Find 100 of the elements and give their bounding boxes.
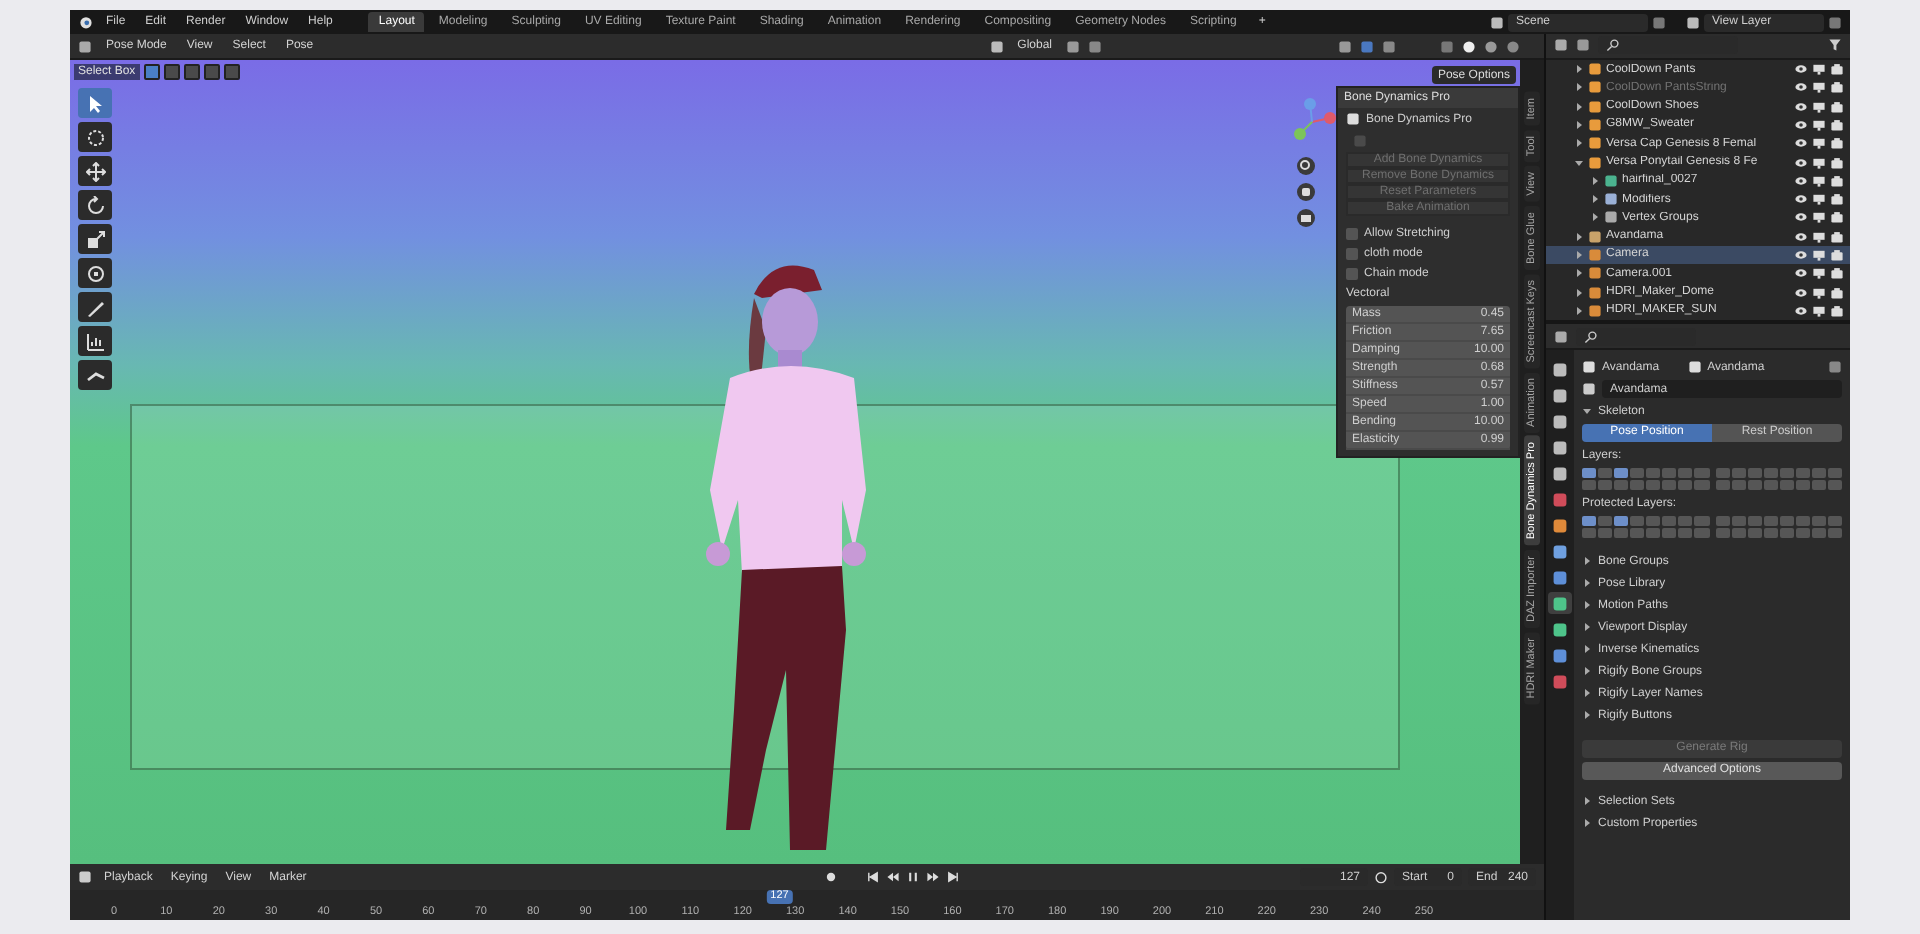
layer-toggle[interactable] xyxy=(1662,516,1677,526)
expand-arrow-icon[interactable] xyxy=(1582,818,1592,828)
layer-toggle[interactable] xyxy=(1646,480,1661,490)
layer-toggle[interactable] xyxy=(1827,480,1842,490)
camera-view-icon[interactable] xyxy=(1296,208,1316,228)
expand-arrow-icon[interactable] xyxy=(1582,556,1592,566)
transform-icon[interactable] xyxy=(78,258,112,288)
layer-toggle[interactable] xyxy=(1795,528,1810,538)
layer-toggle[interactable] xyxy=(1731,528,1746,538)
expand-arrow-icon[interactable] xyxy=(1582,578,1592,588)
layer-toggle[interactable] xyxy=(1646,468,1661,478)
layer-toggle[interactable] xyxy=(1715,516,1730,526)
checkbox[interactable] xyxy=(1346,268,1358,280)
expand-arrow-icon[interactable] xyxy=(1582,406,1592,416)
expand-arrow-icon[interactable] xyxy=(1582,710,1592,720)
layer-toggle[interactable] xyxy=(1827,516,1842,526)
cursor-icon[interactable] xyxy=(78,122,112,152)
layer-toggle[interactable] xyxy=(1662,528,1677,538)
pencil-icon[interactable] xyxy=(78,292,112,322)
layer-toggle[interactable] xyxy=(1731,468,1746,478)
layer-toggle[interactable] xyxy=(1598,528,1613,538)
jump-end-icon[interactable] xyxy=(946,870,961,884)
expand-arrow-icon[interactable] xyxy=(1582,622,1592,632)
layer-toggle[interactable] xyxy=(1779,528,1794,538)
layer-toggle[interactable] xyxy=(1662,480,1677,490)
expand-arrow-icon[interactable] xyxy=(1582,666,1592,676)
ruler-icon[interactable] xyxy=(78,326,112,356)
layer-toggle[interactable] xyxy=(1747,468,1762,478)
scale-icon[interactable] xyxy=(78,224,112,254)
layer-toggle[interactable] xyxy=(1614,516,1629,526)
blender-logo-icon[interactable] xyxy=(78,14,94,30)
layer-toggle[interactable] xyxy=(1715,480,1730,490)
step-forward-icon[interactable] xyxy=(926,870,941,884)
expand-arrow-icon[interactable] xyxy=(1582,688,1592,698)
layer-toggle[interactable] xyxy=(1582,480,1597,490)
layer-toggle[interactable] xyxy=(1598,516,1613,526)
layer-toggle[interactable] xyxy=(1582,468,1597,478)
checkbox[interactable] xyxy=(1346,248,1358,260)
expand-arrow-icon[interactable] xyxy=(1582,600,1592,610)
record-icon[interactable] xyxy=(824,870,839,884)
move-icon[interactable] xyxy=(78,156,112,186)
layer-toggle[interactable] xyxy=(1598,468,1613,478)
layer-toggle[interactable] xyxy=(1827,528,1842,538)
layer-toggle[interactable] xyxy=(1747,528,1762,538)
layer-toggle[interactable] xyxy=(1811,516,1826,526)
layer-toggle[interactable] xyxy=(1795,468,1810,478)
layer-toggle[interactable] xyxy=(1827,468,1842,478)
layer-toggle[interactable] xyxy=(1678,480,1693,490)
layer-toggle[interactable] xyxy=(1646,528,1661,538)
expand-arrow-icon[interactable] xyxy=(1582,644,1592,654)
zoom-icon[interactable] xyxy=(1296,156,1316,176)
checkbox[interactable] xyxy=(1346,228,1358,240)
jump-start-icon[interactable] xyxy=(866,870,881,884)
layer-toggle[interactable] xyxy=(1731,516,1746,526)
layer-toggle[interactable] xyxy=(1598,480,1613,490)
step-back-icon[interactable] xyxy=(886,870,901,884)
layer-toggle[interactable] xyxy=(1614,468,1629,478)
select-box-icon[interactable] xyxy=(78,88,112,118)
layer-toggle[interactable] xyxy=(1614,480,1629,490)
layer-toggle[interactable] xyxy=(1763,468,1778,478)
layer-toggle[interactable] xyxy=(1779,516,1794,526)
layer-toggle[interactable] xyxy=(1715,468,1730,478)
layer-toggle[interactable] xyxy=(1646,516,1661,526)
layer-toggle[interactable] xyxy=(1747,516,1762,526)
layer-toggle[interactable] xyxy=(1678,468,1693,478)
layer-toggle[interactable] xyxy=(1582,516,1597,526)
monitor-icon xyxy=(1812,99,1826,114)
layer-toggle[interactable] xyxy=(1582,528,1597,538)
layer-toggle[interactable] xyxy=(1630,528,1645,538)
layer-toggle[interactable] xyxy=(1630,480,1645,490)
layer-toggle[interactable] xyxy=(1747,480,1762,490)
layer-toggle[interactable] xyxy=(1694,480,1709,490)
layer-toggle[interactable] xyxy=(1630,468,1645,478)
layer-toggle[interactable] xyxy=(1715,528,1730,538)
rotate-icon[interactable] xyxy=(78,190,112,220)
square-icon[interactable] xyxy=(1548,514,1572,536)
layer-toggle[interactable] xyxy=(1811,468,1826,478)
layer-toggle[interactable] xyxy=(1678,528,1693,538)
layer-toggle[interactable] xyxy=(1779,468,1794,478)
layer-toggle[interactable] xyxy=(1795,480,1810,490)
layer-toggle[interactable] xyxy=(1694,528,1709,538)
layer-toggle[interactable] xyxy=(1694,516,1709,526)
stopwatch-icon[interactable] xyxy=(1374,870,1388,884)
layer-toggle[interactable] xyxy=(1630,516,1645,526)
layer-toggle[interactable] xyxy=(1811,480,1826,490)
layer-toggle[interactable] xyxy=(1779,480,1794,490)
filter-icon[interactable] xyxy=(1828,38,1842,53)
expand-arrow-icon[interactable] xyxy=(1582,796,1592,806)
layer-toggle[interactable] xyxy=(1811,528,1826,538)
layer-toggle[interactable] xyxy=(1662,468,1677,478)
layer-toggle[interactable] xyxy=(1763,480,1778,490)
layer-toggle[interactable] xyxy=(1678,516,1693,526)
pause-icon[interactable] xyxy=(906,870,921,884)
layer-toggle[interactable] xyxy=(1795,516,1810,526)
layer-toggle[interactable] xyxy=(1694,468,1709,478)
solid-icon[interactable] xyxy=(1462,39,1476,53)
layer-toggle[interactable] xyxy=(1614,528,1629,538)
layer-toggle[interactable] xyxy=(1763,528,1778,538)
layer-toggle[interactable] xyxy=(1731,480,1746,490)
layer-toggle[interactable] xyxy=(1763,516,1778,526)
